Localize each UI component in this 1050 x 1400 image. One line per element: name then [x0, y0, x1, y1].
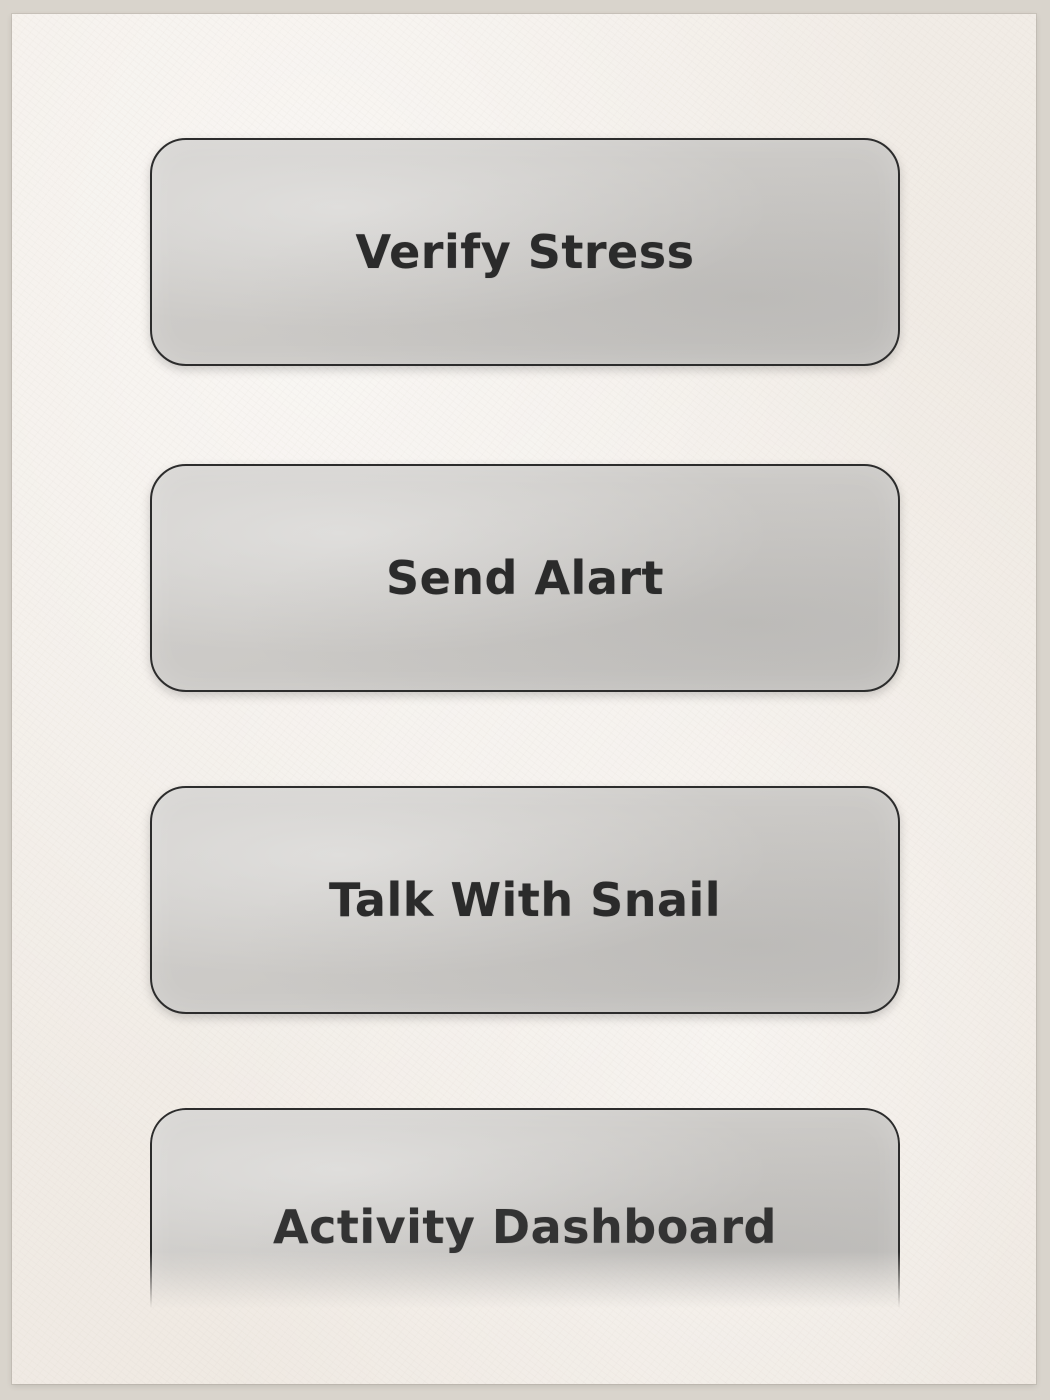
paper-background: Verify Stress Send Alart Talk With Snail…: [12, 14, 1036, 1384]
activity-dashboard-label: Activity Dashboard: [273, 1200, 777, 1254]
talk-with-snail-label: Talk With Snail: [328, 873, 722, 927]
send-alart-label: Send Alart: [385, 551, 665, 605]
talk-with-snail-button[interactable]: Talk With Snail: [150, 786, 900, 1014]
activity-dashboard-button[interactable]: Activity Dashboard: [150, 1108, 900, 1308]
verify-stress-label: Verify Stress: [355, 225, 695, 279]
verify-stress-button[interactable]: Verify Stress: [150, 138, 900, 366]
send-alart-button[interactable]: Send Alart: [150, 464, 900, 692]
